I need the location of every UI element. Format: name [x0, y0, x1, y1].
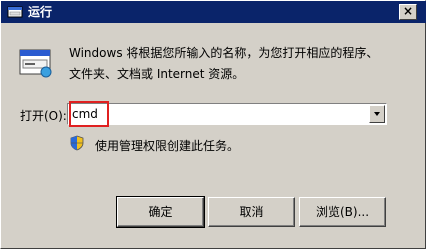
- admin-note: 使用管理权限创建此任务。: [95, 139, 240, 153]
- ok-button[interactable]: 确定: [116, 196, 205, 228]
- open-label: 打开(O):: [20, 109, 67, 123]
- window-title: 运行: [28, 5, 53, 19]
- description-line-1: Windows 将根据您所输入的名称，为您打开相应的程序、: [69, 46, 379, 60]
- command-input[interactable]: [70, 105, 370, 123]
- command-combobox[interactable]: [67, 103, 387, 125]
- description-line-2: 文件夹、文档或 Internet 资源。: [69, 67, 245, 81]
- uac-shield-icon: [70, 135, 84, 151]
- dropdown-arrow-button[interactable]: [369, 105, 385, 123]
- run-app-icon: [19, 49, 52, 78]
- close-button[interactable]: ×: [399, 4, 417, 20]
- title-bar[interactable]: 运行 ×: [1, 1, 426, 23]
- run-dialog: 运行 × Windows 将根据您所输入的名称，为您打开相应的程序、 文件夹、文…: [0, 0, 426, 249]
- description: Windows 将根据您所输入的名称，为您打开相应的程序、 文件夹、文档或 In…: [69, 43, 404, 85]
- run-icon: [7, 6, 23, 18]
- cancel-button[interactable]: 取消: [208, 197, 295, 227]
- browse-button[interactable]: 浏览(B)...: [299, 197, 386, 227]
